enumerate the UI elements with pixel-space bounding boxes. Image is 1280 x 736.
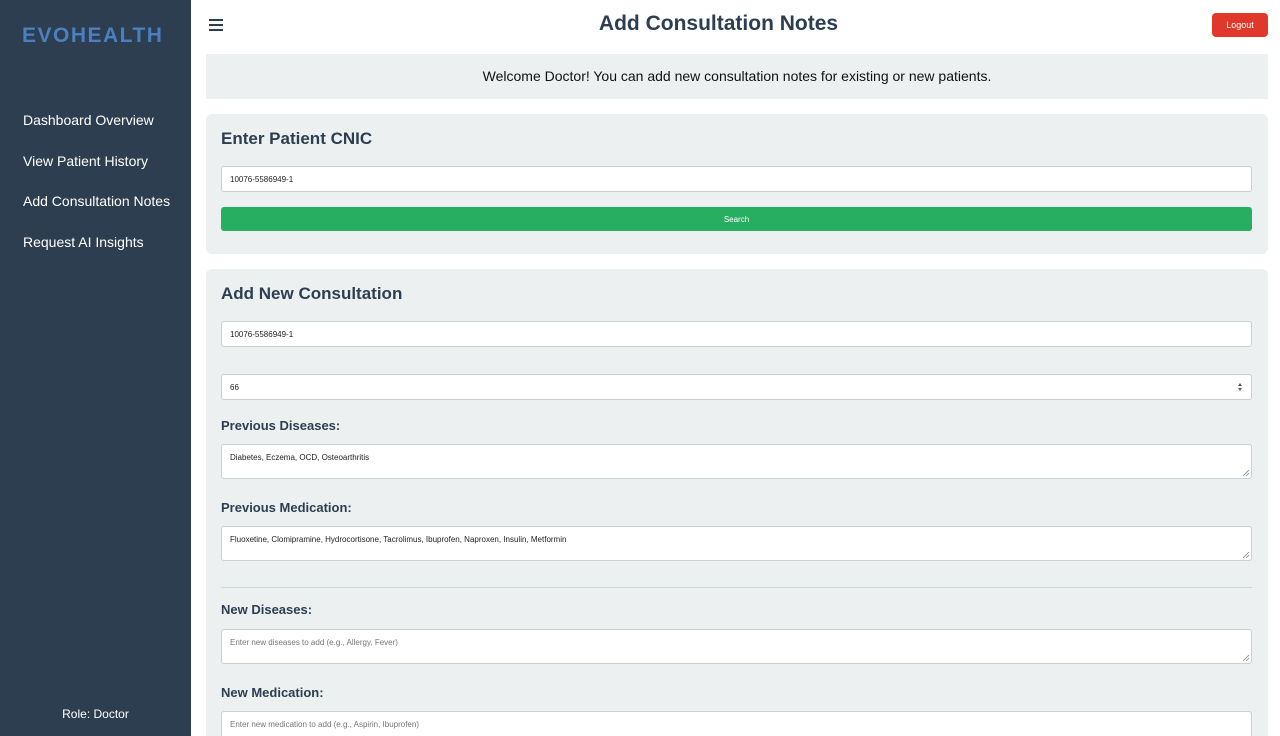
previous-diseases-value: Diabetes, Eczema, OCD, Osteoarthritis (230, 453, 370, 462)
previous-medication-value: Fluoxetine, Clomipramine, Hydrocortisone… (230, 535, 567, 544)
new-medication-label: New Medication: (221, 685, 324, 700)
cnic-search-card: Enter Patient CNIC 10076-5586949-1 Searc… (206, 114, 1268, 254)
consult-cnic-input[interactable]: 10076-5586949-1 (221, 321, 1252, 347)
cnic-search-input[interactable]: 10076-5586949-1 (221, 166, 1252, 192)
sidebar-item-dashboard-overview[interactable]: Dashboard Overview (23, 111, 170, 152)
evohealth-logo[interactable]: EVOHEALTH (22, 22, 172, 46)
sidebar-item-add-consultation-notes[interactable]: Add Consultation Notes (23, 192, 170, 233)
sidebar-item-request-ai-insights[interactable]: Request AI Insights (23, 233, 170, 274)
role-label: Role: Doctor (62, 707, 129, 721)
resize-handle-icon[interactable] (1243, 552, 1249, 558)
search-button[interactable]: Search (221, 207, 1252, 231)
new-diseases-label: New Diseases: (221, 602, 313, 617)
previous-diseases-textarea[interactable]: Diabetes, Eczema, OCD, Osteoarthritis (221, 444, 1252, 479)
spinner-arrows-icon[interactable] (1237, 382, 1243, 392)
new-medication-placeholder: Enter new medication to add (e.g., Aspir… (230, 720, 419, 729)
consult-section-title: Add New Consultation (221, 284, 403, 303)
sidebar-nav: Dashboard Overview View Patient History … (23, 111, 170, 273)
resize-handle-icon[interactable] (1243, 655, 1249, 661)
sidebar: EVOHEALTH Dashboard Overview View Patien… (0, 0, 191, 736)
consult-cnic-value: 10076-5586949-1 (230, 329, 294, 339)
new-diseases-placeholder: Enter new diseases to add (e.g., Allergy… (230, 638, 398, 647)
new-diseases-textarea[interactable]: Enter new diseases to add (e.g., Allergy… (221, 629, 1252, 664)
sidebar-item-view-patient-history[interactable]: View Patient History (23, 152, 170, 193)
previous-diseases-label: Previous Diseases: (221, 418, 341, 433)
welcome-banner: Welcome Doctor! You can add new consulta… (206, 54, 1268, 99)
age-value: 66 (230, 382, 239, 392)
logout-button[interactable]: Logout (1212, 13, 1268, 37)
logo-text: EVOHEALTH (22, 24, 163, 46)
section-divider (221, 587, 1252, 588)
cnic-section-title: Enter Patient CNIC (221, 129, 373, 148)
hamburger-icon[interactable] (208, 17, 224, 33)
new-medication-textarea[interactable]: Enter new medication to add (e.g., Aspir… (221, 711, 1252, 736)
previous-medication-textarea[interactable]: Fluoxetine, Clomipramine, Hydrocortisone… (221, 526, 1252, 561)
page-title: Add Consultation Notes (598, 12, 839, 35)
cnic-search-value: 10076-5586949-1 (230, 174, 294, 184)
new-consultation-card: Add New Consultation 10076-5586949-1 66 … (206, 269, 1268, 736)
previous-medication-label: Previous Medication: (221, 500, 352, 515)
age-input[interactable]: 66 (221, 374, 1252, 400)
resize-handle-icon[interactable] (1243, 470, 1249, 476)
